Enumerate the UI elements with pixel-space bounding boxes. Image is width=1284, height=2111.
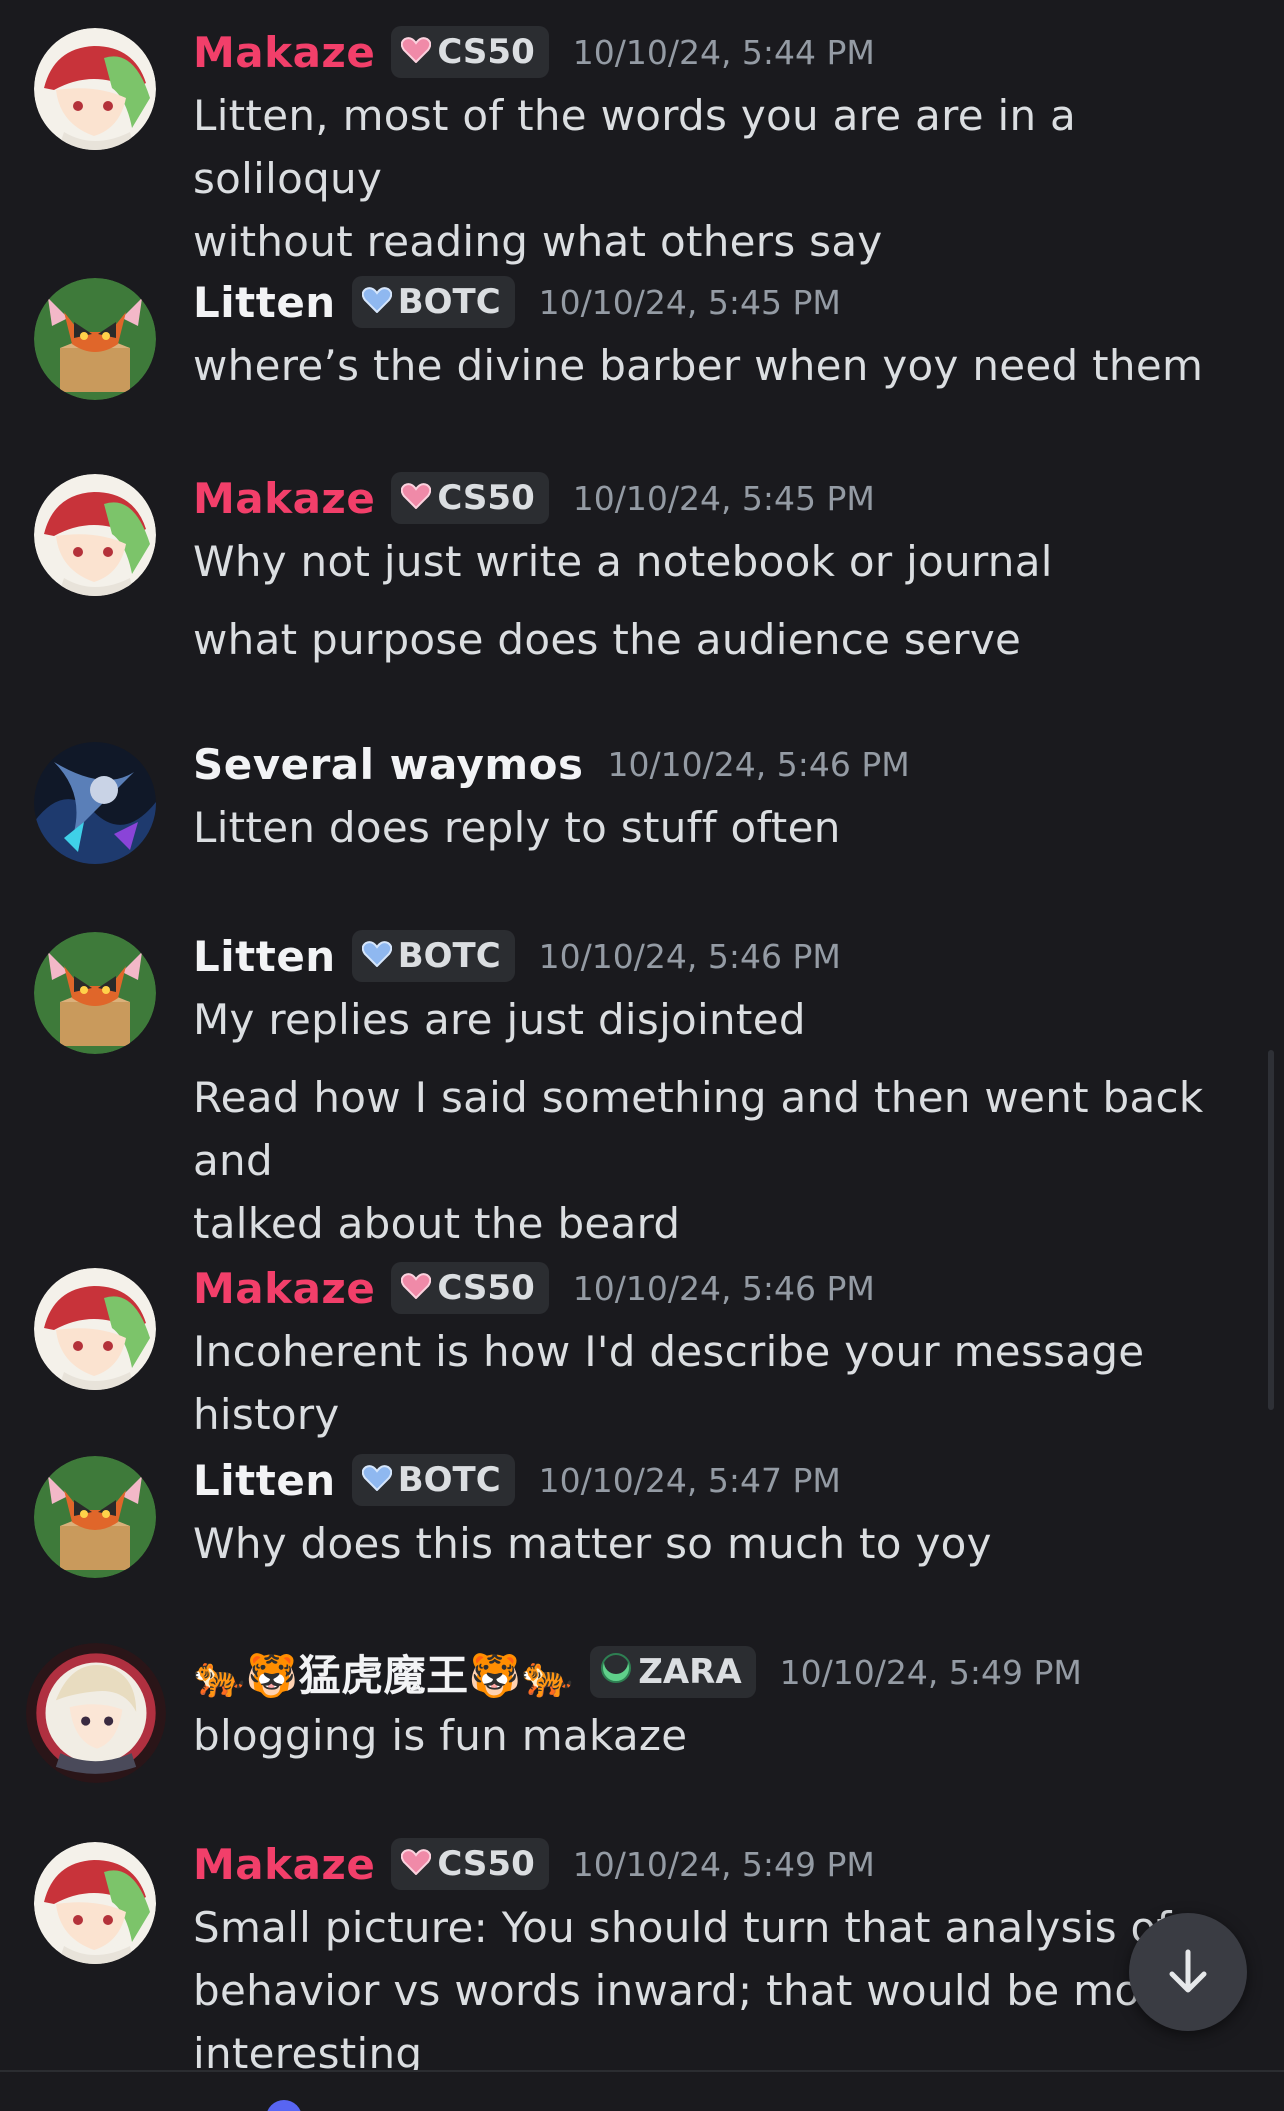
message-text: without reading what others say [193,217,883,266]
timestamp: 10/10/24, 5:47 PM [538,1460,841,1500]
pink-heart-icon [401,1844,432,1884]
litten-cat-avatar-icon [34,932,156,1054]
message-header: Makaze CS50 10/10/24, 5:49 PM [193,1832,1234,1896]
green-crescent-icon [600,1649,632,1693]
avatar[interactable] [34,742,156,864]
message-text: Litten, most of the words you are are in… [193,91,1077,203]
avatar[interactable] [34,1268,156,1390]
pink-heart-icon [401,32,432,72]
message-text: Litten does reply to stuff often [193,803,841,852]
avatar[interactable] [34,474,156,596]
server-tag-label: CS50 [437,478,535,518]
author-name[interactable]: Makaze [193,474,375,523]
message-text: blogging is fun makaze [193,1711,688,1760]
server-tag-label: BOTC [397,1460,501,1500]
author-name[interactable]: Makaze [193,28,375,77]
message-text: Why does this matter so much to yoy [193,1519,992,1568]
author-name[interactable]: Makaze [193,1840,375,1889]
author-name[interactable]: Litten [193,932,336,981]
litten-cat-avatar-icon [34,1456,156,1578]
server-tag[interactable]: CS50 [391,26,549,78]
message-text: talked about the beard [193,1199,681,1248]
white-haired-character-avatar-icon [26,1643,166,1783]
server-tag[interactable]: BOTC [351,1454,515,1506]
avatar[interactable] [34,1456,156,1578]
timestamp: 10/10/24, 5:46 PM [572,1268,875,1308]
scrollbar[interactable] [1268,1050,1274,1410]
anime-girl-avatar-icon [34,474,156,596]
server-tag-label: BOTC [397,282,501,322]
blue-heart-icon [361,282,392,322]
message-header: Makaze CS50 10/10/24, 5:44 PM [193,20,1234,84]
blue-heart-icon [361,936,392,976]
message-header: 🐅🐯猛虎魔王🐯🐅 ZARA 10/10/24, 5:49 PM [193,1640,1234,1704]
timestamp: 10/10/24, 5:46 PM [538,936,841,976]
author-name[interactable]: Several waymos [193,740,584,789]
message-header: Litten BOTC 10/10/24, 5:45 PM [193,270,1234,334]
timestamp: 10/10/24, 5:46 PM [607,744,910,784]
arrow-down-icon [1169,1949,1207,1993]
server-tag[interactable]: CS50 [391,1838,549,1890]
message-text: what purpose does the audience serve [193,615,1022,664]
server-tag[interactable]: ZARA [590,1646,756,1698]
author-name[interactable]: Makaze [193,1264,375,1313]
blue-heart-icon [361,1460,392,1500]
anime-girl-avatar-icon [34,28,156,150]
timestamp: 10/10/24, 5:44 PM [572,32,875,72]
message-header: Litten BOTC 10/10/24, 5:47 PM [193,1448,1234,1512]
message-header: Litten BOTC 10/10/24, 5:46 PM [193,924,1234,988]
timestamp: 10/10/24, 5:45 PM [572,478,875,518]
message-text: Why not just write a notebook or journal [193,537,1053,586]
message-header: Makaze CS50 10/10/24, 5:45 PM [193,466,1234,530]
avatar[interactable] [34,932,156,1054]
pink-heart-icon [401,1268,432,1308]
jump-to-present-button[interactable] [1129,1913,1247,2031]
message-text: where’s the divine barber when yoy need … [193,341,1204,390]
server-tag[interactable]: CS50 [391,472,549,524]
message-header: Makaze CS50 10/10/24, 5:46 PM [193,1256,1234,1320]
server-tag-label: CS50 [437,32,535,72]
message-text: behavior vs words inward; that would be … [193,1966,1184,2015]
chat-message-list[interactable]: Makaze CS50 10/10/24, 5:44 PM Litten, mo… [0,0,1284,2111]
timestamp: 10/10/24, 5:49 PM [779,1652,1082,1692]
server-tag-label: CS50 [437,1268,535,1308]
bottom-bar [0,2072,1284,2111]
message-text: Small picture: You should turn that anal… [193,1903,1172,1952]
server-tag-label: BOTC [397,936,501,976]
avatar[interactable] [34,1842,156,1964]
anime-girl-avatar-icon [34,1268,156,1390]
timestamp: 10/10/24, 5:45 PM [538,282,841,322]
message-text: Read how I said something and then went … [193,1073,1204,1185]
server-tag-label: CS50 [437,1844,535,1884]
server-tag[interactable]: BOTC [351,276,515,328]
author-name[interactable]: 🐅🐯猛虎魔王🐯🐅 [193,1642,574,1703]
message-header: Several waymos 10/10/24, 5:46 PM [193,732,1234,796]
author-name[interactable]: Litten [193,278,336,327]
avatar[interactable] [34,278,156,400]
message-text: Incoherent is how I'd describe your mess… [193,1327,1145,1439]
server-tag[interactable]: BOTC [351,930,515,982]
server-tag-label: ZARA [638,1652,742,1692]
litten-cat-avatar-icon [34,278,156,400]
pink-heart-icon [401,478,432,518]
anime-girl-avatar-icon [34,1842,156,1964]
server-tag[interactable]: CS50 [391,1262,549,1314]
dark-art-avatar-icon [34,742,156,864]
author-name[interactable]: Litten [193,1456,336,1505]
avatar[interactable] [34,28,156,150]
message-text: My replies are just disjointed [193,995,806,1044]
timestamp: 10/10/24, 5:49 PM [572,1844,875,1884]
avatar[interactable] [26,1643,166,1783]
